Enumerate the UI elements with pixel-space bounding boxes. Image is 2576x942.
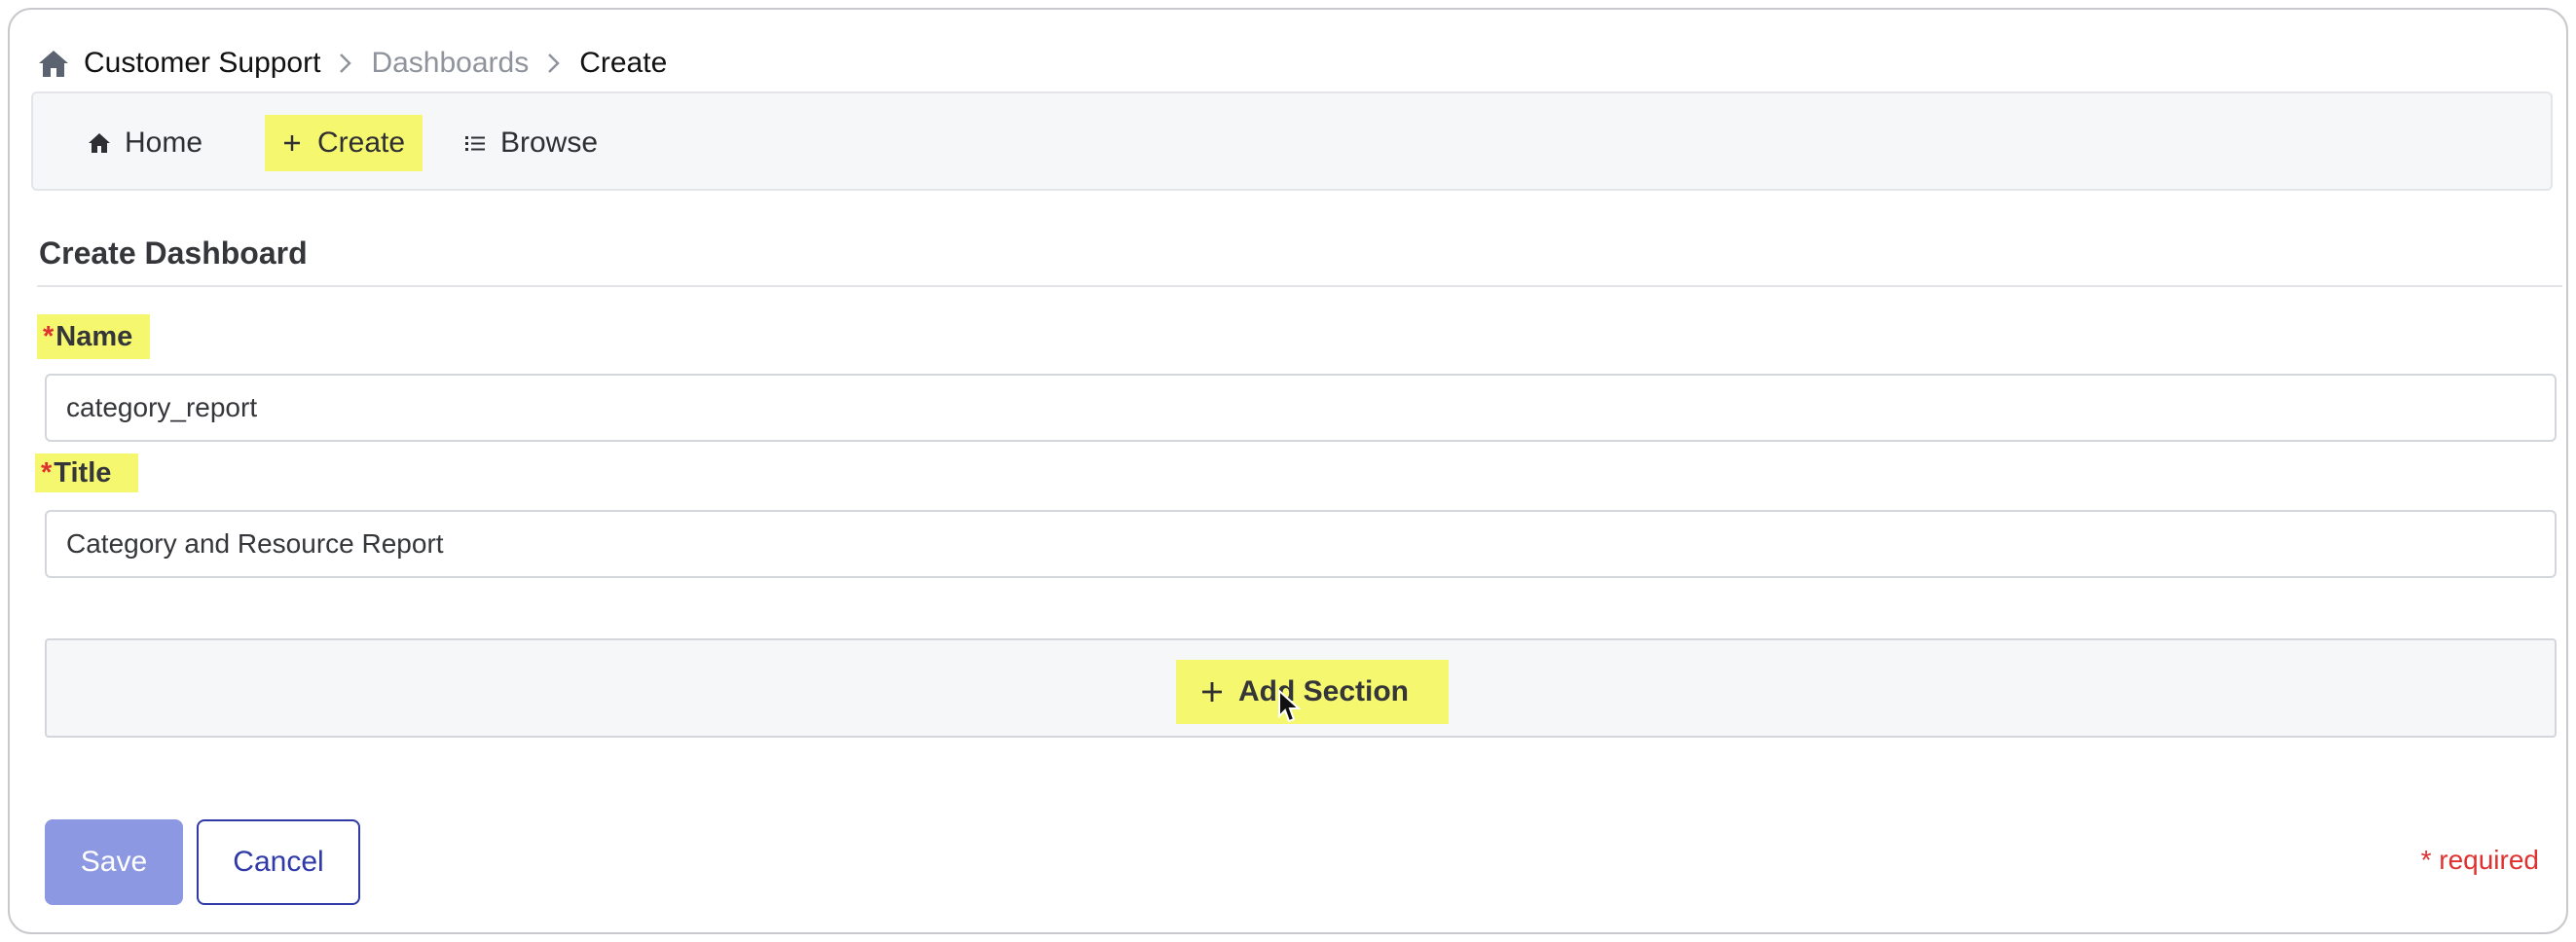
add-section-label: Add Section bbox=[1238, 675, 1410, 707]
breadcrumb-item-customer-support[interactable]: Customer Support bbox=[84, 47, 320, 80]
name-label-text: Name bbox=[55, 320, 133, 352]
home-icon bbox=[86, 129, 113, 157]
required-asterisk: * bbox=[43, 320, 55, 352]
add-section-button[interactable]: Add Section bbox=[1176, 660, 1449, 724]
nav-item-browse[interactable]: Browse bbox=[461, 115, 598, 171]
breadcrumb-item-create: Create bbox=[579, 47, 668, 79]
chevron-right-icon bbox=[328, 47, 363, 80]
plus-icon bbox=[278, 129, 306, 157]
required-asterisk: * bbox=[41, 456, 53, 489]
chevron-right-icon bbox=[536, 47, 571, 80]
nav-browse-label: Browse bbox=[500, 127, 599, 159]
app-window: Customer Support Dashboards Create Home bbox=[8, 8, 2568, 934]
required-note: * required bbox=[2420, 845, 2539, 875]
title-input[interactable] bbox=[45, 510, 2557, 578]
nav-item-create[interactable]: Create bbox=[265, 115, 423, 171]
plus-icon bbox=[1199, 679, 1225, 705]
title-label-text: Title bbox=[54, 456, 112, 489]
nav-bar: Home Create Browse bbox=[31, 91, 2553, 191]
name-label: * Name bbox=[37, 314, 150, 359]
cancel-button[interactable]: Cancel bbox=[197, 819, 360, 905]
nav-home-label: Home bbox=[125, 127, 203, 159]
home-icon[interactable] bbox=[37, 47, 70, 80]
page-title: Create Dashboard bbox=[39, 236, 308, 271]
nav-item-home[interactable]: Home bbox=[86, 115, 202, 171]
save-button[interactable]: Save bbox=[45, 819, 183, 905]
title-divider bbox=[37, 285, 2562, 287]
list-icon bbox=[461, 129, 489, 157]
nav-create-label: Create bbox=[317, 127, 406, 159]
name-input[interactable] bbox=[45, 374, 2557, 442]
breadcrumb-item-dashboards[interactable]: Dashboards bbox=[371, 47, 529, 80]
breadcrumb: Customer Support Dashboards Create bbox=[37, 41, 667, 86]
title-label: * Title bbox=[35, 453, 138, 492]
